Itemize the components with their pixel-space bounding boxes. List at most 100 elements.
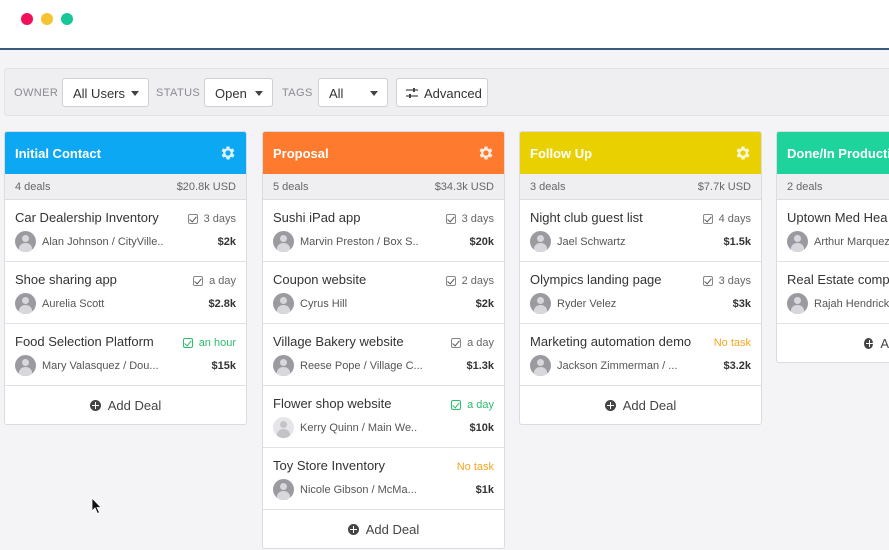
task-due-label: 3 days	[718, 275, 751, 287]
deal-count: 4 deals	[15, 181, 51, 193]
advanced-button[interactable]: Advanced	[396, 78, 488, 107]
deal-card[interactable]: Uptown Med Hea Arthur Marquez	[777, 200, 889, 262]
deal-card[interactable]: Food Selection Platform an hour Mary Val…	[5, 324, 246, 386]
plus-circle-icon	[347, 523, 359, 535]
tags-select[interactable]: All	[318, 78, 388, 107]
column-header: Initial Contact	[5, 132, 246, 174]
deal-contact: Mary Valasquez / Dou...	[42, 360, 159, 372]
status-select[interactable]: Open	[204, 78, 273, 107]
add-deal-label: Add Deal	[107, 397, 162, 413]
add-deal-button[interactable]: Add Deal	[5, 386, 246, 424]
owner-select[interactable]: All Users	[62, 78, 149, 107]
task-due-label: an hour	[198, 337, 236, 349]
checkbox-icon	[451, 400, 462, 410]
deal-card[interactable]: Toy Store Inventory No task Nicole Gibso…	[263, 448, 504, 510]
column-summary: 5 deals $34.3k USD	[263, 174, 504, 200]
column-total: $7.7k USD	[697, 181, 751, 193]
deal-contact: Alan Johnson / CityVille..	[42, 236, 164, 248]
column-header: Done/In Productio	[777, 132, 889, 174]
tags-select-value: All	[329, 86, 344, 101]
chevron-down-icon	[131, 91, 139, 96]
gear-icon[interactable]	[477, 144, 495, 162]
deal-card[interactable]: Marketing automation demo No task Jackso…	[520, 324, 761, 386]
deal-card[interactable]: Sushi iPad app 3 days Marvin Preston / B…	[263, 200, 504, 262]
task-due: 3 days	[187, 213, 236, 225]
plus-circle-icon	[864, 337, 874, 349]
task-due-label: a day	[209, 275, 236, 287]
avatar	[787, 293, 808, 314]
avatar	[15, 231, 36, 252]
plus-circle-icon	[89, 399, 101, 411]
window-minimize-button[interactable]	[41, 13, 53, 25]
deal-card[interactable]: Coupon website 2 days Cyrus Hill $2k	[263, 262, 504, 324]
deal-value: $3.2k	[723, 360, 751, 372]
pipeline-column-proposal: Proposal 5 deals $34.3k USD Sushi iPad a…	[262, 131, 505, 549]
deal-value: $1.3k	[466, 360, 494, 372]
window-maximize-button[interactable]	[61, 13, 73, 25]
deal-value: $2k	[217, 236, 236, 248]
task-due: a day	[451, 399, 494, 411]
deal-card[interactable]: Shoe sharing app a day Aurelia Scott $2.…	[5, 262, 246, 324]
deal-card[interactable]: Flower shop website a day Kerry Quinn / …	[263, 386, 504, 448]
add-deal-button[interactable]: A	[777, 324, 889, 362]
deal-title: Village Bakery website	[273, 334, 404, 349]
deal-value: $2k	[475, 298, 494, 310]
task-due: 2 days	[445, 275, 494, 287]
add-deal-label: Add Deal	[622, 397, 677, 413]
status-select-value: Open	[215, 86, 247, 101]
chevron-down-icon	[370, 91, 378, 96]
deal-card[interactable]: Real Estate comp Rajah Hendrick	[777, 262, 889, 324]
deal-title: Food Selection Platform	[15, 334, 154, 349]
task-due: a day	[451, 337, 494, 349]
deal-title: Toy Store Inventory	[273, 458, 385, 473]
column-title: Done/In Productio	[787, 146, 889, 161]
gear-icon[interactable]	[219, 144, 237, 162]
checkbox-icon	[193, 276, 204, 286]
deal-contact: Cyrus Hill	[300, 298, 348, 310]
deal-contact: Jael Schwartz	[557, 236, 626, 248]
avatar	[273, 479, 294, 500]
deal-card[interactable]: Olympics landing page 3 days Ryder Velez…	[520, 262, 761, 324]
column-header: Proposal	[263, 132, 504, 174]
advanced-button-label: Advanced	[424, 86, 482, 101]
checkbox-icon	[702, 214, 713, 224]
deal-value: $10k	[469, 422, 494, 434]
gear-icon[interactable]	[734, 144, 752, 162]
task-due: an hour	[182, 337, 236, 349]
deal-value: $1.5k	[723, 236, 751, 248]
mouse-cursor-icon	[91, 497, 102, 515]
checkbox-icon	[182, 338, 193, 348]
deal-contact: Jackson Zimmerman / ...	[557, 360, 678, 372]
add-deal-button[interactable]: Add Deal	[520, 386, 761, 424]
deal-value: $2.8k	[208, 298, 236, 310]
task-due-label: a day	[467, 399, 494, 411]
column-title: Initial Contact	[15, 146, 101, 161]
deal-count: 3 deals	[530, 181, 566, 193]
filter-bar: OWNER All Users STATUS Open TAGS All Adv…	[4, 68, 889, 116]
deal-card[interactable]: Night club guest list 4 days Jael Schwar…	[520, 200, 761, 262]
add-deal-button[interactable]: Add Deal	[263, 510, 504, 548]
window-close-button[interactable]	[21, 13, 33, 25]
deal-title: Car Dealership Inventory	[15, 210, 159, 225]
owner-label: OWNER	[14, 87, 59, 99]
avatar	[15, 355, 36, 376]
task-due: 3 days	[702, 275, 751, 287]
deal-count: 5 deals	[273, 181, 309, 193]
avatar	[15, 293, 36, 314]
deal-contact: Arthur Marquez	[814, 236, 889, 248]
deal-card[interactable]: Village Bakery website a day Reese Pope …	[263, 324, 504, 386]
status-label: STATUS	[156, 87, 201, 99]
column-title: Proposal	[273, 146, 329, 161]
deal-contact: Kerry Quinn / Main We..	[300, 422, 418, 434]
avatar	[273, 293, 294, 314]
column-summary: 3 deals $7.7k USD	[520, 174, 761, 200]
checkbox-icon	[445, 214, 456, 224]
sliders-icon	[406, 88, 418, 98]
deal-contact: Marvin Preston / Box S..	[300, 236, 419, 248]
deal-contact: Nicole Gibson / McMa...	[300, 484, 417, 496]
avatar	[530, 293, 551, 314]
deal-card[interactable]: Car Dealership Inventory 3 days Alan Joh…	[5, 200, 246, 262]
deal-value: $1k	[475, 484, 494, 496]
deal-title: Real Estate comp	[787, 272, 889, 287]
pipeline-column-initial-contact: Initial Contact 4 deals $20.8k USD Car D…	[4, 131, 247, 425]
